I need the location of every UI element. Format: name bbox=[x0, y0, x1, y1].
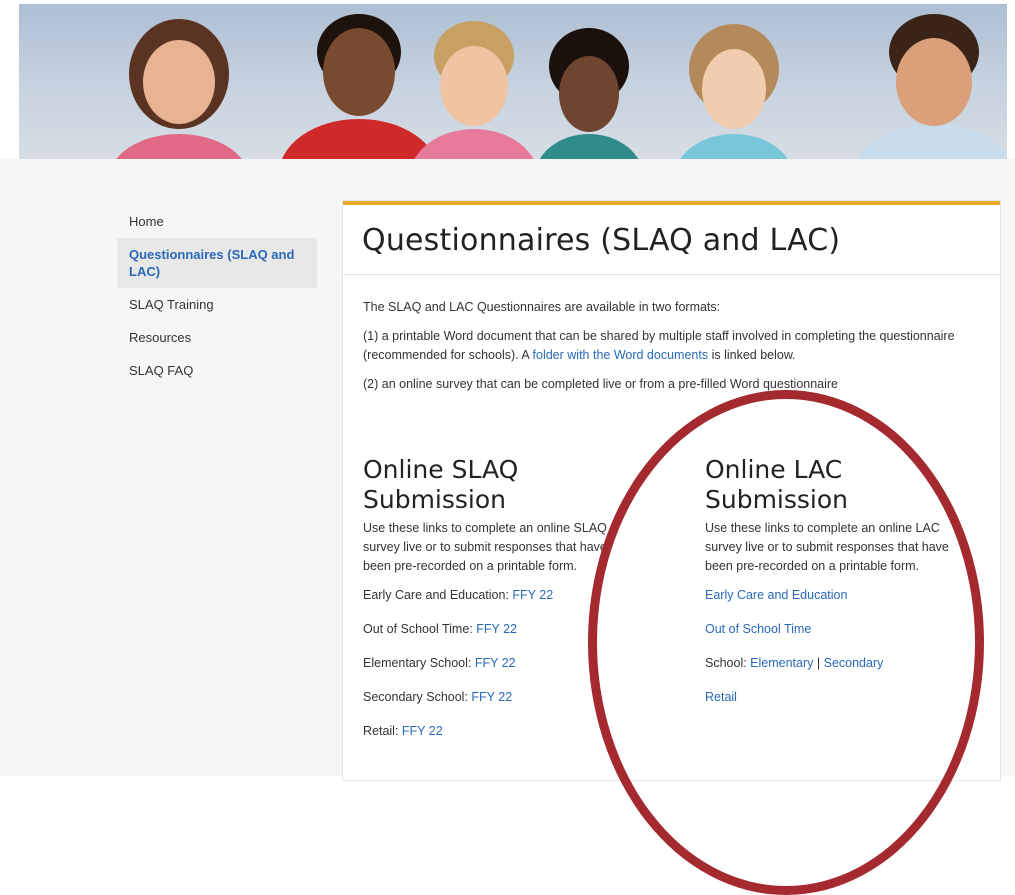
lac-elementary-link[interactable]: Elementary bbox=[750, 656, 813, 670]
intro-paragraph-3: (2) an online survey that can be complet… bbox=[363, 377, 839, 391]
main-content-card: Questionnaires (SLAQ and LAC) The SLAQ a… bbox=[343, 201, 1000, 780]
lac-row-out-of-school: Out of School Time bbox=[705, 620, 985, 639]
slaq-out-of-school-link[interactable]: FFY 22 bbox=[476, 622, 517, 636]
sidebar-item-resources[interactable]: Resources bbox=[117, 321, 317, 354]
slaq-label: Early Care and Education: bbox=[363, 588, 513, 602]
lac-school-label: School: bbox=[705, 656, 751, 670]
slaq-description: Use these links to complete an online SL… bbox=[363, 521, 607, 573]
lac-early-care-link[interactable]: Early Care and Education bbox=[705, 588, 847, 602]
lac-row-school: School: Elementary | Secondary bbox=[705, 654, 985, 673]
slaq-label: Secondary School: bbox=[363, 690, 472, 704]
intro-paragraph-2: (1) a printable Word document that can b… bbox=[363, 327, 983, 365]
lac-row-early-care: Early Care and Education bbox=[705, 586, 985, 605]
slaq-row-early-care: Early Care and Education: FFY 22 bbox=[363, 586, 643, 605]
sidebar-item-slaq-training[interactable]: SLAQ Training bbox=[117, 288, 317, 321]
intro-paragraph-1: The SLAQ and LAC Questionnaires are avai… bbox=[363, 300, 721, 314]
word-documents-folder-link[interactable]: folder with the Word documents bbox=[533, 348, 709, 362]
lac-secondary-link[interactable]: Secondary bbox=[824, 656, 884, 670]
sidebar-item-questionnaires[interactable]: Questionnaires (SLAQ and LAC) bbox=[117, 238, 317, 288]
sidebar-nav: Home Questionnaires (SLAQ and LAC) SLAQ … bbox=[117, 205, 317, 387]
slaq-label: Out of School Time: bbox=[363, 622, 477, 636]
slaq-secondary-link[interactable]: FFY 22 bbox=[471, 690, 512, 704]
intro-text-post: is linked below. bbox=[708, 348, 796, 362]
slaq-label: Elementary School: bbox=[363, 656, 475, 670]
lac-heading: Online LAC Submission bbox=[705, 455, 849, 514]
sidebar-item-home[interactable]: Home bbox=[117, 205, 317, 238]
intro-text: The SLAQ and LAC Questionnaires are avai… bbox=[363, 298, 983, 404]
sidebar-item-slaq-faq[interactable]: SLAQ FAQ bbox=[117, 354, 317, 387]
children-photo bbox=[116, 14, 1007, 159]
slaq-early-care-link[interactable]: FFY 22 bbox=[512, 588, 553, 602]
lac-description: Use these links to complete an online LA… bbox=[705, 521, 949, 573]
lac-row-retail: Retail bbox=[705, 688, 985, 707]
slaq-label: Retail: bbox=[363, 724, 402, 738]
slaq-retail-link[interactable]: FFY 22 bbox=[402, 724, 443, 738]
slaq-section: Online SLAQ Submission Use these links t… bbox=[363, 455, 643, 756]
slaq-row-elementary: Elementary School: FFY 22 bbox=[363, 654, 643, 673]
slaq-heading: Online SLAQ Submission bbox=[363, 455, 519, 514]
lac-out-of-school-link[interactable]: Out of School Time bbox=[705, 622, 811, 636]
lac-separator: | bbox=[813, 656, 824, 670]
slaq-row-retail: Retail: FFY 22 bbox=[363, 722, 643, 741]
slaq-row-secondary: Secondary School: FFY 22 bbox=[363, 688, 643, 707]
slaq-elementary-link[interactable]: FFY 22 bbox=[475, 656, 516, 670]
slaq-row-out-of-school: Out of School Time: FFY 22 bbox=[363, 620, 643, 639]
hero-banner bbox=[19, 4, 1007, 159]
lac-section: Online LAC Submission Use these links to… bbox=[705, 455, 985, 722]
page-title: Questionnaires (SLAQ and LAC) bbox=[362, 223, 841, 258]
lac-retail-link[interactable]: Retail bbox=[705, 690, 737, 704]
